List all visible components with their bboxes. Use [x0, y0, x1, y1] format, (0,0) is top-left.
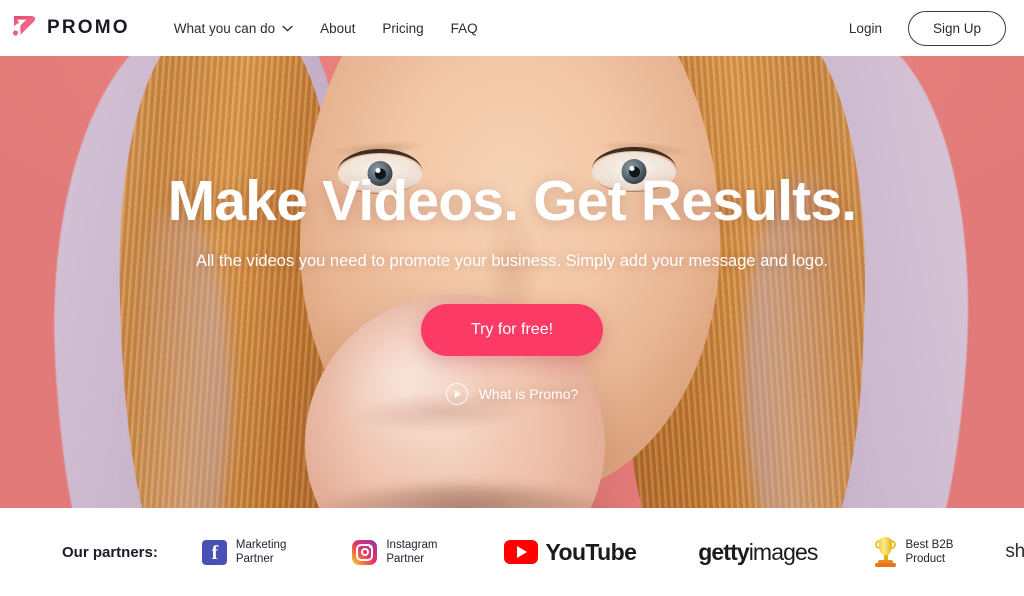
brand-name: PROMO	[47, 17, 130, 38]
signup-button[interactable]: Sign Up	[907, 10, 1006, 46]
what-is-promo-link[interactable]: What is Promo?	[445, 383, 579, 405]
best-b2b-label: Best B2B Product	[905, 538, 953, 566]
instagram-line1: Instagram	[386, 538, 438, 551]
partner-best-b2b-product[interactable]: Best B2B Product	[875, 537, 953, 567]
main-nav: What you can do About Pricing FAQ	[174, 21, 478, 36]
nav-item-what-you-can-do[interactable]: What you can do	[174, 21, 293, 36]
getty-light: images	[748, 538, 819, 565]
promo-landing-page: PROMO What you can do About Pricing FAQ	[0, 0, 1024, 596]
instagram-partner-label: Instagram Partner	[386, 538, 437, 566]
instagram-line2: Partner	[386, 553, 425, 565]
facebook-line2: Partner	[235, 553, 274, 565]
nav-label: About	[320, 20, 356, 36]
partners-logos: f Marketing Partner Instagram Partner Yo…	[201, 537, 1024, 567]
header-actions: Login Sign Up	[849, 10, 1006, 46]
login-link[interactable]: Login	[849, 21, 882, 36]
hero-section: Make Videos. Get Results. All the videos…	[0, 56, 1024, 508]
b2b-line1: Best B2B	[905, 538, 954, 551]
shutterstock-wordmark: shutterstock®	[1005, 541, 1024, 563]
facebook-icon: f	[201, 539, 227, 565]
partner-instagram[interactable]: Instagram Partner	[352, 538, 438, 566]
trophy-icon	[875, 537, 897, 567]
nav-label: What you can do	[173, 20, 276, 36]
promo-play-logo-icon	[10, 13, 40, 43]
youtube-wordmark: YouTube	[545, 538, 637, 565]
brand-logo[interactable]: PROMO	[10, 13, 130, 43]
youtube-icon	[503, 540, 538, 564]
what-is-promo-label: What is Promo?	[478, 386, 579, 402]
partner-gettyimages[interactable]: gettyimages	[698, 538, 819, 566]
getty-bold: getty	[698, 538, 749, 565]
chevron-down-icon	[282, 25, 293, 32]
nav-item-about[interactable]: About	[320, 21, 355, 36]
nav-item-pricing[interactable]: Pricing	[382, 21, 423, 36]
play-circle-icon	[445, 383, 468, 405]
nav-label: FAQ	[450, 20, 478, 36]
partner-facebook[interactable]: f Marketing Partner	[201, 538, 287, 566]
facebook-partner-label: Marketing Partner	[236, 538, 287, 566]
b2b-line2: Product	[905, 553, 946, 565]
shutterstock-text: shutterstock	[1005, 541, 1024, 562]
nav-item-faq[interactable]: FAQ	[451, 21, 478, 36]
gettyimages-wordmark: gettyimages	[698, 538, 819, 566]
partner-shutterstock[interactable]: shutterstock®	[1005, 541, 1024, 563]
partners-label: Our partners:	[62, 543, 158, 561]
site-header: PROMO What you can do About Pricing FAQ	[0, 0, 1024, 56]
try-for-free-button[interactable]: Try for free!	[420, 304, 604, 356]
partners-bar: Our partners: f Marketing Partner Instag…	[0, 508, 1024, 596]
nav-label: Pricing	[382, 20, 424, 36]
instagram-icon	[352, 539, 378, 565]
facebook-line1: Marketing	[235, 538, 287, 551]
partner-youtube[interactable]: YouTube	[503, 538, 637, 566]
hero-headline: Make Videos. Get Results.	[167, 169, 857, 233]
hero-content: Make Videos. Get Results. All the videos…	[0, 56, 1024, 508]
hero-subheadline: All the videos you need to promote your …	[196, 252, 828, 270]
